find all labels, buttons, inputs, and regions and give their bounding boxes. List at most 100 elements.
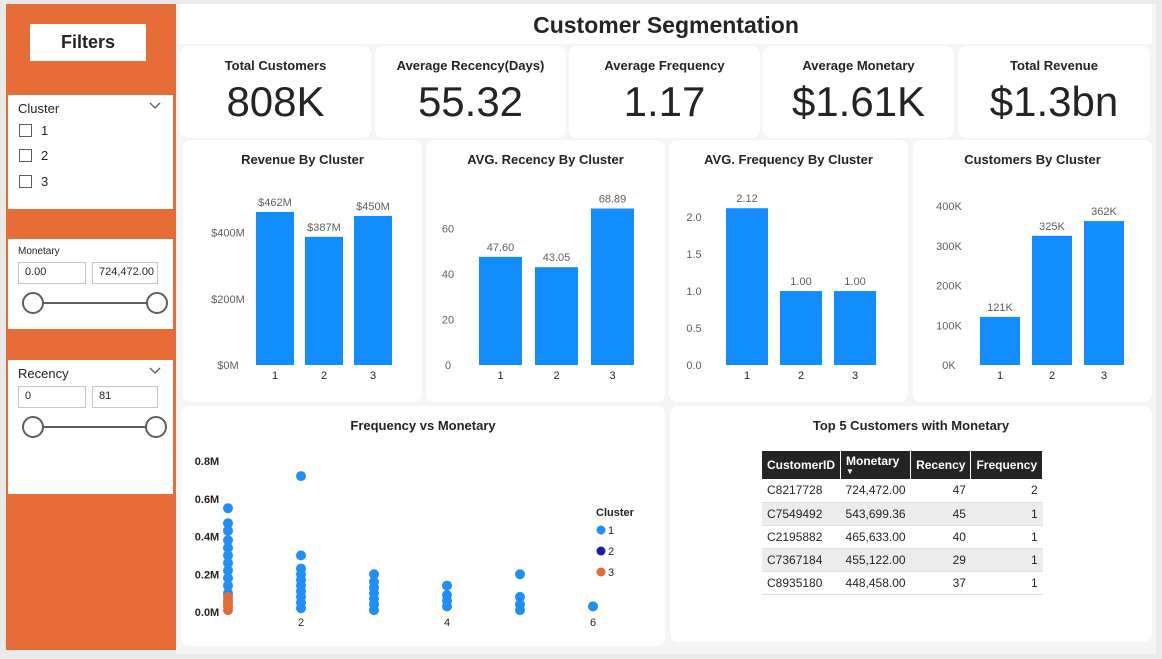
bar xyxy=(726,208,768,365)
scatter-point xyxy=(515,605,525,616)
y-tick-label: 100K xyxy=(936,320,962,332)
header: Customer Segmentation xyxy=(180,4,1152,44)
table-row[interactable]: C2195882 465,633.00 40 1 xyxy=(762,525,1043,549)
kpi-total-revenue[interactable]: Total Revenue $1.3bn xyxy=(958,46,1150,138)
data-label: $450M xyxy=(356,201,390,213)
page-title: Customer Segmentation xyxy=(533,12,799,38)
x-tick-label: 3 xyxy=(370,370,376,382)
y-tick-label: 0.2M xyxy=(195,569,219,581)
y-tick-label: 40 xyxy=(442,269,454,281)
monetary-slicer-title: Monetary xyxy=(18,246,60,257)
table-row[interactable]: C7549492 543,699.36 45 1 xyxy=(762,502,1043,526)
column-header-recency[interactable]: Recency xyxy=(910,451,972,479)
y-tick-label: 1.5 xyxy=(686,249,701,261)
table-cell: C7367184 xyxy=(762,548,841,572)
bar xyxy=(1084,221,1124,365)
monetary-min-input[interactable]: 0.00 xyxy=(18,262,86,284)
y-tick-label: 20 xyxy=(442,315,454,327)
avg-frequency-by-cluster-chart[interactable]: AVG. Frequency By Cluster 0.0 0.5 1.0 1.5 2.… xyxy=(669,140,908,402)
x-tick-label: 3 xyxy=(1101,370,1107,382)
y-tick-label: 0.5 xyxy=(686,323,701,335)
y-tick-label: $400M xyxy=(211,228,245,240)
checkbox[interactable] xyxy=(19,124,32,137)
table-row[interactable]: C7367184 455,122.00 29 1 xyxy=(762,548,1043,572)
data-label: 2.12 xyxy=(736,193,757,205)
kpi-label: Total Revenue xyxy=(1010,58,1098,73)
table-cell: 37 xyxy=(910,571,971,595)
recency-slicer-title: Recency xyxy=(18,366,69,381)
scatter-point xyxy=(442,601,452,612)
filters-button[interactable]: Filters xyxy=(30,24,146,61)
recency-slicer: Recency 0 81 xyxy=(8,360,173,494)
data-label: 43.05 xyxy=(543,252,571,264)
checkbox[interactable] xyxy=(19,175,32,188)
y-tick-label: 0K xyxy=(942,360,956,372)
kpi-average-frequency[interactable]: Average Frequency 1.17 xyxy=(569,46,760,138)
frequency-vs-monetary-chart[interactable]: Frequency vs Monetary 0.0M 0.2M 0.4M 0.6M 0.… xyxy=(181,406,665,646)
x-tick-label: 2 xyxy=(298,617,304,629)
checkbox[interactable] xyxy=(19,149,32,162)
legend-label: 2 xyxy=(608,546,614,558)
column-header-customerid[interactable]: CustomerID xyxy=(762,451,842,479)
monetary-slider-min-handle[interactable] xyxy=(22,292,44,314)
x-tick-label: 3 xyxy=(609,370,615,382)
x-tick-label: 2 xyxy=(321,370,327,382)
customers-by-cluster-chart[interactable]: Customers By Cluster 0K 100K 200K 300K 400K 1… xyxy=(913,140,1152,402)
table-row[interactable]: C8935180 448,458.00 37 1 xyxy=(762,571,1043,595)
recency-slider-max-handle[interactable] xyxy=(145,416,167,438)
y-tick-label: 0.0M xyxy=(195,607,219,619)
scatter-point xyxy=(223,525,233,536)
revenue-bar-plot: $0M $200M $400M $462M 1 $387M 2 $450M 3 xyxy=(211,197,392,382)
table-cell: 2 xyxy=(970,479,1043,503)
kpi-value: $1.61K xyxy=(791,78,926,125)
cluster-option-3[interactable]: 3 xyxy=(19,174,48,189)
monetary-slider-track[interactable] xyxy=(32,302,156,304)
chevron-down-icon[interactable] xyxy=(149,364,161,376)
table-cell: 1 xyxy=(970,502,1043,526)
legend-marker xyxy=(596,525,606,535)
table-cell: 1 xyxy=(970,548,1043,572)
scatter-point xyxy=(296,471,306,482)
recency-slider-track[interactable] xyxy=(32,426,156,428)
bar xyxy=(535,267,578,365)
recency-slider-min-handle[interactable] xyxy=(22,416,44,438)
bar xyxy=(479,256,522,365)
cluster-option-2[interactable]: 2 xyxy=(19,148,48,163)
top5-customers-table: CustomerID Monetary ▼ Recency Frequency C… xyxy=(762,451,1044,595)
kpi-average-monetary[interactable]: Average Monetary $1.61K xyxy=(763,46,954,138)
table-row[interactable]: C8217728 724,472.00 47 2 xyxy=(762,479,1043,503)
table-cell: 448,458.00 xyxy=(840,571,911,595)
monetary-slider-max-handle[interactable] xyxy=(146,292,168,314)
data-label: 47.60 xyxy=(487,242,515,254)
scatter-point xyxy=(223,605,233,616)
sort-descending-icon[interactable]: ▼ xyxy=(846,468,905,476)
top5-customers-table-card[interactable]: Top 5 Customers with Monetary CustomerID… xyxy=(670,406,1152,642)
cluster-slicer-title: Cluster xyxy=(18,101,60,116)
bar xyxy=(256,211,294,365)
x-tick-label: 2 xyxy=(1049,370,1055,382)
monetary-max-input[interactable]: 724,472.00 xyxy=(92,262,158,284)
y-tick-label: 400K xyxy=(936,201,962,213)
filter-sidebar: Filters Cluster 1 2 3 Monetary 0.00 724,… xyxy=(6,4,176,650)
scatter-point xyxy=(369,605,379,616)
revenue-by-cluster-chart[interactable]: Revenue By Cluster $0M $200M $400M $462M 1 $3… xyxy=(183,140,422,402)
frequency-bar-plot: 0.0 0.5 1.0 1.5 2.0 2.12 1 1.00 2 1.00 3 xyxy=(686,193,876,382)
kpi-total-customers[interactable]: Total Customers 808K xyxy=(180,46,371,138)
x-tick-label: 3 xyxy=(852,370,858,382)
avg-recency-by-cluster-chart[interactable]: AVG. Recency By Cluster 0 20 40 60 47.60 1 43.… xyxy=(426,140,665,402)
bar xyxy=(780,291,822,365)
scatter-point xyxy=(442,580,452,591)
legend-label: 3 xyxy=(608,567,614,579)
kpi-average-recency[interactable]: Average Recency(Days) 55.32 xyxy=(375,46,566,138)
column-header-frequency[interactable]: Frequency xyxy=(970,451,1044,479)
column-header-monetary[interactable]: Monetary ▼ xyxy=(840,451,912,479)
chevron-down-icon[interactable] xyxy=(149,99,161,111)
scatter-point xyxy=(588,601,598,612)
cluster-option-1[interactable]: 1 xyxy=(19,123,48,138)
recency-min-input[interactable]: 0 xyxy=(18,386,86,408)
table-cell: C2195882 xyxy=(762,525,841,549)
legend-label: 1 xyxy=(608,525,614,537)
recency-max-input[interactable]: 81 xyxy=(92,386,158,408)
y-tick-label: $200M xyxy=(211,294,245,306)
kpi-label: Average Frequency xyxy=(604,58,725,73)
